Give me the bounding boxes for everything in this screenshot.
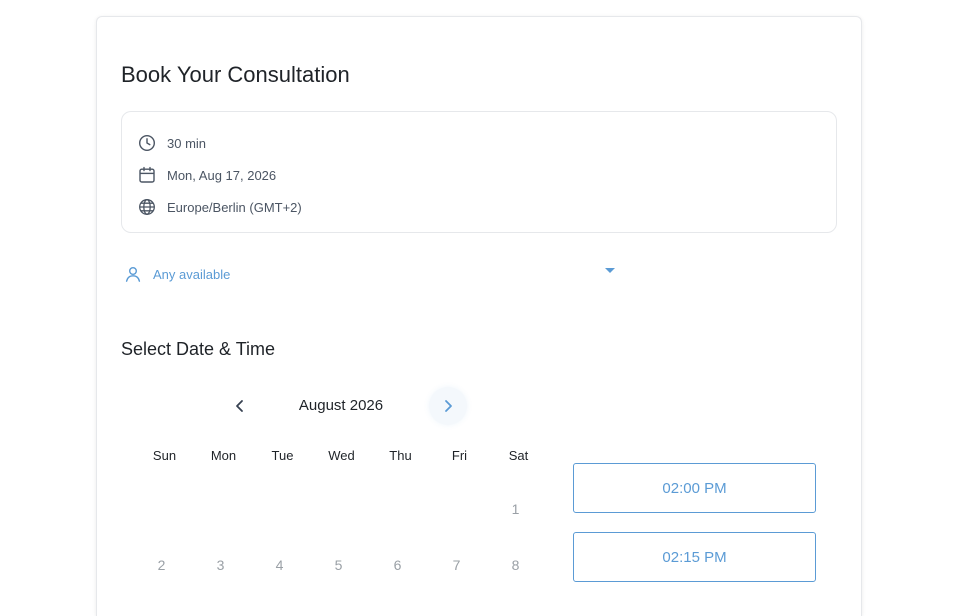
weekday-sun: Sun (152, 448, 177, 463)
month-navigation: August 2026 (221, 387, 473, 425)
calendar-day: 8 (511, 557, 520, 573)
duration-row: 30 min (137, 133, 206, 153)
staff-select-value: Any available (153, 266, 231, 282)
next-month-button[interactable] (429, 387, 467, 425)
duration-text: 30 min (167, 135, 207, 151)
calendar-day: 3 (216, 557, 225, 573)
weekday-mon: Mon (210, 448, 237, 463)
chevron-right-icon (440, 398, 456, 414)
chevron-left-icon (232, 398, 248, 414)
date-text: Mon, Aug 17, 2026 (167, 167, 277, 183)
weekday-sat: Sat (508, 448, 529, 463)
time-slot-button[interactable]: 02:00 PM (573, 463, 816, 513)
weekday-tue: Tue (271, 448, 294, 463)
month-label: August 2026 (298, 397, 384, 414)
calendar-day: 2 (157, 557, 166, 573)
calendar-day: 5 (334, 557, 343, 573)
user-icon (123, 264, 143, 284)
date-row: Mon, Aug 17, 2026 (137, 165, 276, 185)
page-title: Book Your Consultation (121, 62, 350, 87)
weekday-wed: Wed (328, 448, 355, 463)
calendar-icon (137, 165, 157, 185)
clock-icon (137, 133, 157, 153)
section-title: Select Date & Time (121, 339, 276, 359)
booking-details-panel: 30 min Mon, Aug 17, 2026 Europe/Berlin (… (121, 111, 837, 233)
globe-icon (137, 197, 157, 217)
prev-month-button[interactable] (221, 387, 259, 425)
booking-card: Book Your Consultation 30 min Mon, Aug 1… (96, 16, 862, 616)
weekday-fri: Fri (451, 448, 468, 463)
calendar-days: 1 2 3 4 5 6 7 8 (132, 495, 545, 615)
calendar-day: 4 (275, 557, 284, 573)
timezone-text: Europe/Berlin (GMT+2) (167, 199, 302, 215)
caret-down-icon[interactable] (605, 268, 615, 273)
calendar-day: 1 (511, 501, 520, 517)
staff-select[interactable]: Any available (123, 263, 615, 285)
calendar-day: 6 (393, 557, 402, 573)
weekday-thu: Thu (389, 448, 412, 463)
weekday-header: Sun Mon Tue Wed Thu Fri Sat (135, 447, 548, 465)
timezone-row: Europe/Berlin (GMT+2) (137, 197, 302, 217)
time-slot-button[interactable]: 02:15 PM (573, 532, 816, 582)
calendar-day: 7 (452, 557, 461, 573)
